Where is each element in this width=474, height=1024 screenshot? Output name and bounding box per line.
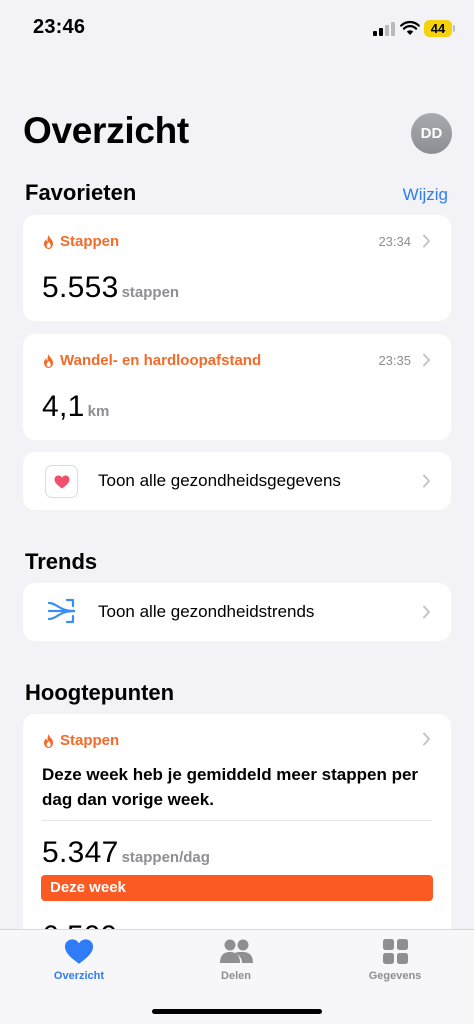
flame-icon [44, 234, 53, 249]
favorite-card-steps[interactable]: Stappen 23:34 5.553 stappen [23, 215, 451, 321]
steps-value: 5.553 [42, 271, 119, 304]
chevron-right-icon [423, 353, 430, 367]
distance-value: 4,1 [42, 390, 85, 423]
steps-unit: stappen [121, 284, 180, 301]
tab-overzicht[interactable]: Overzicht [19, 938, 139, 982]
this-week-bar: Deze week [41, 875, 433, 901]
steps-metric-label: Stappen [60, 233, 120, 250]
highlight-metric-label: Stappen [60, 732, 120, 749]
health-app-icon [45, 465, 78, 498]
battery-indicator: 44 [424, 20, 455, 37]
wifi-icon [400, 20, 420, 35]
highlights-section-title: Hoogtepunten [25, 680, 175, 705]
distance-metric-header: Wandel- en hardloopafstand [43, 352, 261, 369]
chevron-right-icon [423, 474, 430, 488]
tab-label: Delen [221, 970, 251, 982]
page-title: Overzicht [23, 110, 189, 151]
tab-label: Overzicht [53, 970, 105, 982]
edit-favorites-link[interactable]: Wijzig [403, 185, 448, 205]
status-time: 23:46 [33, 16, 86, 38]
highlight-description: Deze week heb je gemiddeld meer stappen … [42, 765, 419, 809]
home-indicator [152, 1009, 322, 1014]
show-all-trends-label: Toon alle gezondheidstrends [98, 602, 315, 621]
flame-icon [44, 733, 53, 748]
distance-value-row: 4,1 km [42, 390, 109, 424]
trends-section-title: Trends [25, 549, 98, 574]
tab-delen[interactable]: Delen [176, 938, 296, 982]
avatar[interactable]: DD [411, 113, 452, 154]
tab-gegevens[interactable]: Gegevens [335, 938, 455, 982]
steps-value-row: 5.553 stappen [42, 271, 179, 305]
steps-metric-time: 23:34 [378, 234, 411, 249]
cellular-signal-icon [373, 22, 397, 36]
highlight-value: 5.347 [42, 836, 119, 869]
favorite-card-distance[interactable]: Wandel- en hardloopafstand 23:35 4,1 km [23, 334, 451, 440]
divider [42, 820, 432, 821]
steps-metric-header: Stappen [43, 233, 119, 250]
distance-unit: km [87, 403, 110, 420]
chevron-right-icon [423, 234, 430, 248]
distance-metric-label: Wandel- en hardloopafstand [60, 352, 262, 369]
heart-icon [64, 939, 94, 964]
highlight-metric-header: Stappen [43, 732, 119, 749]
grid-icon [382, 939, 408, 964]
chevron-right-icon [423, 605, 430, 619]
favorites-section-title: Favorieten [25, 180, 137, 205]
highlight-unit: stappen/dag [121, 849, 210, 866]
show-all-trends-row[interactable]: Toon alle gezondheidstrends [23, 583, 451, 641]
show-all-health-data-label: Toon alle gezondheidsgegevens [98, 471, 341, 490]
people-icon [220, 939, 253, 963]
highlight-value-row: 5.347 stappen/dag [42, 836, 210, 870]
trends-icon [47, 598, 76, 624]
flame-icon [44, 353, 53, 368]
status-bar: 23:46 44 [0, 0, 474, 56]
heart-icon [54, 475, 69, 488]
show-all-health-data-row[interactable]: Toon alle gezondheidsgegevens [23, 452, 451, 510]
distance-metric-time: 23:35 [378, 353, 411, 368]
chevron-right-icon [423, 732, 430, 746]
tab-label: Gegevens [368, 970, 422, 982]
